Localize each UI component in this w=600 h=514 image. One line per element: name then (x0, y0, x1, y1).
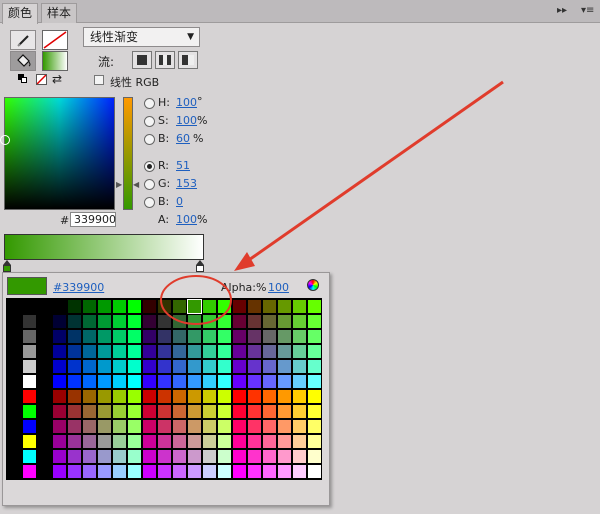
annotation-overlay (160, 80, 504, 325)
annotation-arrow-shaft (245, 80, 504, 264)
annotation-arrowhead (234, 252, 255, 271)
annotation-circle (160, 275, 232, 325)
